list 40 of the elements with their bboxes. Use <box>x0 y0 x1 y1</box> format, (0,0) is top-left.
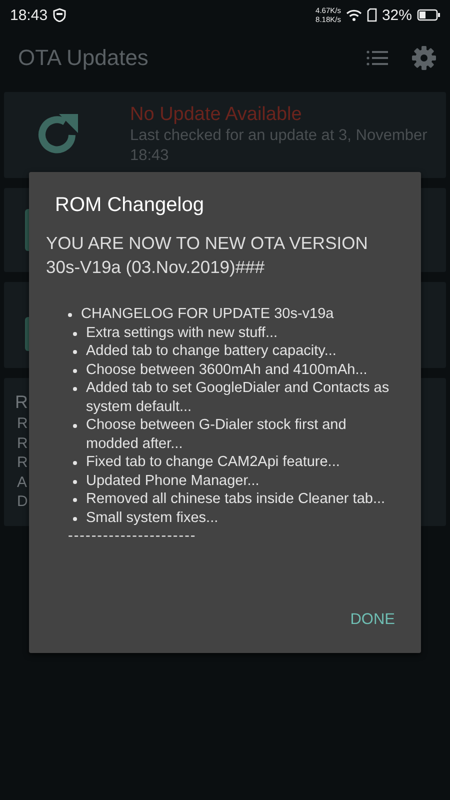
bullet-icon <box>73 480 77 484</box>
changelog-item: Removed all chinese tabs inside Cleaner tab... <box>86 490 386 508</box>
changelog-item: Added tab to set GoogleDialer and Contacts as system default... <box>86 379 390 416</box>
card-line: D <box>17 492 28 512</box>
version-heading: YOU ARE NOW TO NEW OTA VERSION 30s-V19a (03.Nov.2019)### <box>46 232 369 279</box>
shield-icon <box>52 8 66 22</box>
card-line: A <box>17 472 28 492</box>
bullet-icon <box>73 516 77 520</box>
battery-percent: 32% <box>382 6 412 24</box>
done-button[interactable]: DONE <box>344 607 401 633</box>
status-title: No Update Available <box>130 104 303 126</box>
changelog-item: CHANGELOG FOR UPDATE 30s-v19a <box>81 305 334 324</box>
changelog-item: Updated Phone Manager... <box>86 472 260 490</box>
clock-time: 18:43 <box>10 6 48 24</box>
bullet-icon <box>73 461 77 465</box>
changelog-item: Fixed tab to change CAM2Api feature... <box>86 453 340 472</box>
sim-card-icon <box>366 8 377 22</box>
bullet-icon <box>73 332 77 336</box>
changelog-item: Choose between 3600mAh and 4100mAh... <box>86 360 368 379</box>
bullet-icon <box>73 498 77 502</box>
card-line: R <box>17 414 28 434</box>
bullet-icon <box>73 424 77 428</box>
changelog-item: Small system fixes... <box>86 508 218 527</box>
separator-text: ---------------------- <box>68 527 198 546</box>
bullet-icon <box>73 368 77 372</box>
list-icon <box>366 49 388 67</box>
bullet-icon <box>73 350 77 354</box>
battery-icon <box>417 9 441 21</box>
settings-icon <box>412 46 436 70</box>
card-title: R <box>15 391 28 414</box>
bullet-icon <box>68 313 72 317</box>
changelog-item: Choose between G-Dialer stock first and modded after... <box>86 416 348 453</box>
app-title: OTA Updates <box>18 45 148 71</box>
changelog-item: Added tab to change battery capacity... <box>86 342 336 360</box>
card-line: R <box>17 434 28 453</box>
card-line: R <box>17 453 28 472</box>
changelog-item: Extra settings with new stuff... <box>86 324 278 342</box>
wifi-icon <box>346 9 362 21</box>
bullet-icon <box>73 387 77 391</box>
dialog-title: ROM Changelog <box>54 194 205 217</box>
